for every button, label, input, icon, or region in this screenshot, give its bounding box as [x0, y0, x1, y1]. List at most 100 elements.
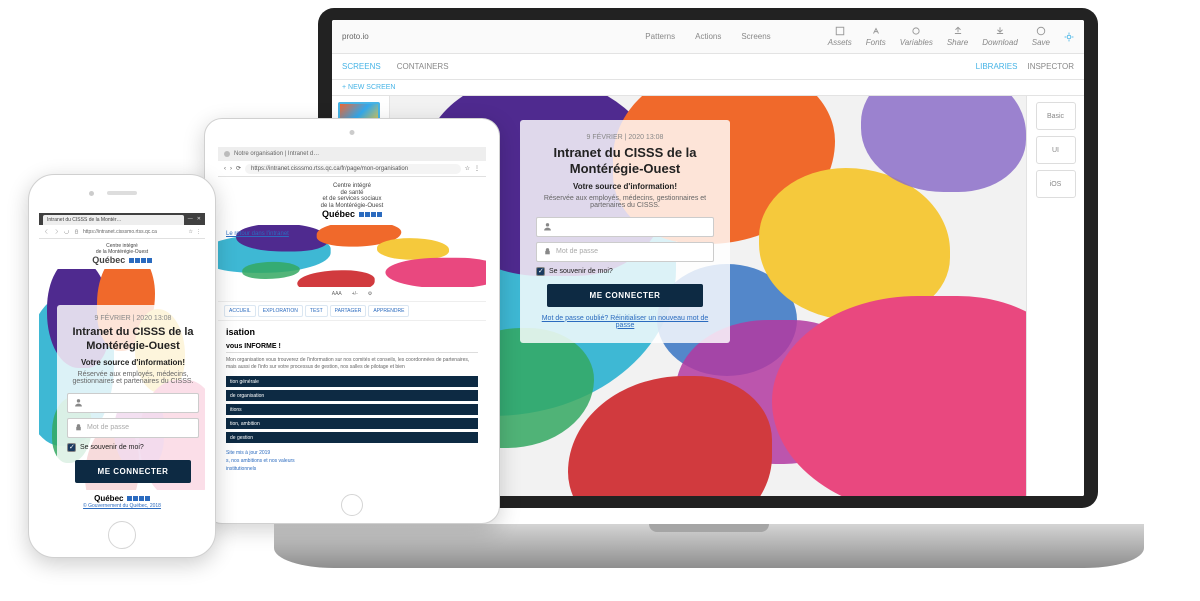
tablet-home-button[interactable]	[341, 494, 363, 516]
login-subtitle: Votre source d'information!	[67, 358, 199, 367]
password-field[interactable]: Mot de passe	[67, 418, 199, 438]
menu-icon[interactable]: ⋮	[474, 165, 480, 172]
star-icon[interactable]: ☆	[189, 229, 193, 235]
footer-link[interactable]: s, nos ambitions et nos valeurs	[226, 457, 478, 465]
checkbox-icon[interactable]	[67, 443, 76, 452]
menu-item[interactable]: APPRENDRE	[368, 305, 409, 317]
accordion-item[interactable]: tion, ambition	[226, 418, 478, 429]
lock-icon	[543, 247, 552, 256]
login-card: 9 FÉVRIER | 2020 13:08 Intranet du CISSS…	[57, 305, 205, 490]
copyright-link[interactable]: © Gouvernement du Québec, 2018	[83, 503, 161, 509]
reload-icon[interactable]	[63, 228, 70, 235]
accordion-item[interactable]: tion générale	[226, 376, 478, 387]
tablet-screen: Notre organisation | Intranet d… ‹ › ⟳ h…	[218, 147, 486, 487]
laptop-base	[274, 524, 1144, 568]
tab-inspector[interactable]: INSPECTOR	[1027, 62, 1074, 71]
toolbar-item[interactable]: Patterns	[645, 32, 675, 41]
window-close-icon[interactable]: ✕	[197, 216, 201, 222]
login-button[interactable]: ME CONNECTER	[75, 460, 191, 483]
remember-me[interactable]: Se souvenir de moi?	[536, 267, 714, 276]
datetime-stamp: 9 FÉVRIER | 2020 13:08	[536, 134, 714, 141]
protoio-toolbar-center: Patterns Actions Screens	[645, 32, 770, 41]
login-note: Réservée aux employés, médecins, gestion…	[67, 371, 199, 385]
toolbar-item[interactable]: Screens	[741, 32, 770, 41]
variables-icon[interactable]: Variables	[900, 26, 933, 47]
footer-link[interactable]: institutionnels	[226, 465, 478, 473]
back-icon[interactable]	[43, 228, 50, 235]
toolbar-item[interactable]: Actions	[695, 32, 721, 41]
protoio-new-screen[interactable]: + NEW SCREEN	[332, 80, 1084, 96]
login-note: Réservée aux employés, médecins, gestion…	[536, 195, 714, 209]
tab-libraries[interactable]: LIBRARIES	[976, 62, 1018, 71]
forward-icon[interactable]: ›	[230, 166, 232, 172]
hero-banner: 9 FÉVRIER | 2020 13:08 Intranet du CISSS…	[39, 269, 205, 490]
menu-icon[interactable]: ⋮	[196, 229, 201, 235]
main-menu: ACCUEIL EXPLORATION TEST PARTAGER APPREN…	[218, 302, 486, 321]
protoio-toolbar-right: Assets Fonts Variables Share Download Sa…	[828, 26, 1084, 47]
back-icon[interactable]: ‹	[224, 166, 226, 172]
browser-tabbar: Intranet du CISSS de la Montér… — ✕	[39, 213, 205, 225]
download-icon[interactable]: Download	[982, 26, 1018, 47]
forward-icon[interactable]	[53, 228, 60, 235]
user-icon	[543, 222, 552, 231]
remember-me[interactable]: Se souvenir de moi?	[67, 443, 199, 452]
checkbox-icon[interactable]	[536, 267, 545, 276]
library-item[interactable]: Basic	[1036, 102, 1076, 130]
username-field[interactable]	[67, 393, 199, 413]
window-control[interactable]	[224, 151, 230, 157]
zoom[interactable]: +/-	[349, 289, 361, 299]
username-field[interactable]	[536, 217, 714, 237]
login-title: Intranet du CISSS de la Montérégie-Ouest	[536, 145, 714, 178]
url-field[interactable]: https://intranet.cisssmo.rtss.qc.ca/fr/p…	[245, 164, 461, 174]
url-field[interactable]: https://intranet.cisssmo.rtss.qc.ca	[83, 229, 186, 235]
password-field[interactable]: Mot de passe	[536, 242, 714, 262]
text-size[interactable]: AAA	[329, 289, 345, 299]
footer-link[interactable]: Site mis à jour 2019	[226, 449, 478, 457]
phone-mockup: Intranet du CISSS de la Montér… — ✕ http…	[28, 174, 216, 558]
browser-urlbar[interactable]: https://intranet.cisssmo.rtss.qc.ca ☆ ⋮	[39, 225, 205, 239]
browser-tab[interactable]: Notre organisation | Intranet d…	[234, 151, 319, 157]
quebec-wordmark: Québec	[92, 255, 125, 265]
window-minimize-icon[interactable]: —	[188, 216, 193, 222]
settings-icon[interactable]	[1064, 32, 1074, 42]
assets-icon[interactable]: Assets	[828, 26, 852, 47]
share-icon[interactable]: Share	[947, 26, 968, 47]
hero-link[interactable]: Le retour dans l'intranet	[226, 231, 289, 237]
menu-item[interactable]: TEST	[305, 305, 328, 317]
protoio-libraries-panel: Basic UI iOS	[1026, 96, 1084, 496]
accordion-item[interactable]: itions	[226, 404, 478, 415]
phone-home-button[interactable]	[108, 521, 136, 549]
save-icon[interactable]: Save	[1032, 26, 1050, 47]
accordion-item[interactable]: de gestion	[226, 432, 478, 443]
browser-tabbar: Notre organisation | Intranet d…	[218, 147, 486, 161]
quebec-flag-icon	[359, 212, 382, 217]
login-button[interactable]: ME CONNECTER	[547, 284, 704, 307]
browser-tab[interactable]: Intranet du CISSS de la Montér…	[43, 215, 184, 225]
tab-containers[interactable]: CONTAINERS	[397, 62, 449, 71]
page-body: isation vous INFORME ! Mon organisation …	[218, 321, 486, 479]
star-icon[interactable]: ☆	[465, 165, 470, 172]
protoio-brand[interactable]: proto.io	[332, 32, 379, 41]
tab-screens[interactable]: SCREENS	[342, 62, 381, 71]
reload-icon[interactable]: ⟳	[236, 165, 241, 172]
gear-icon[interactable]: ⚙	[365, 289, 375, 299]
quebec-wordmark: Québec	[322, 209, 355, 219]
menu-item[interactable]: EXPLORATION	[258, 305, 303, 317]
user-icon	[74, 398, 83, 407]
menu-item[interactable]: ACCUEIL	[224, 305, 256, 317]
datetime-stamp: 9 FÉVRIER | 2020 13:08	[67, 315, 199, 322]
section-heading: vous INFORME !	[226, 343, 478, 353]
lock-icon	[74, 423, 83, 432]
browser-urlbar[interactable]: ‹ › ⟳ https://intranet.cisssmo.rtss.qc.c…	[218, 161, 486, 177]
org-logo: Centre intégré de la Montérégie-Ouest Qu…	[39, 239, 205, 269]
accordion-item[interactable]: de organisation	[226, 390, 478, 401]
hero-banner: Le retour dans l'intranet	[218, 225, 486, 287]
fonts-icon[interactable]: Fonts	[866, 26, 886, 47]
tablet-page: Centre intégré de santé et de services s…	[218, 177, 486, 487]
library-item[interactable]: iOS	[1036, 170, 1076, 198]
library-item[interactable]: UI	[1036, 136, 1076, 164]
lock-icon	[73, 228, 80, 235]
menu-item[interactable]: PARTAGER	[330, 305, 367, 317]
forgot-password-link[interactable]: Mot de passe oublié? Réinitialiser un no…	[536, 315, 714, 329]
page-heading: isation	[226, 327, 478, 337]
